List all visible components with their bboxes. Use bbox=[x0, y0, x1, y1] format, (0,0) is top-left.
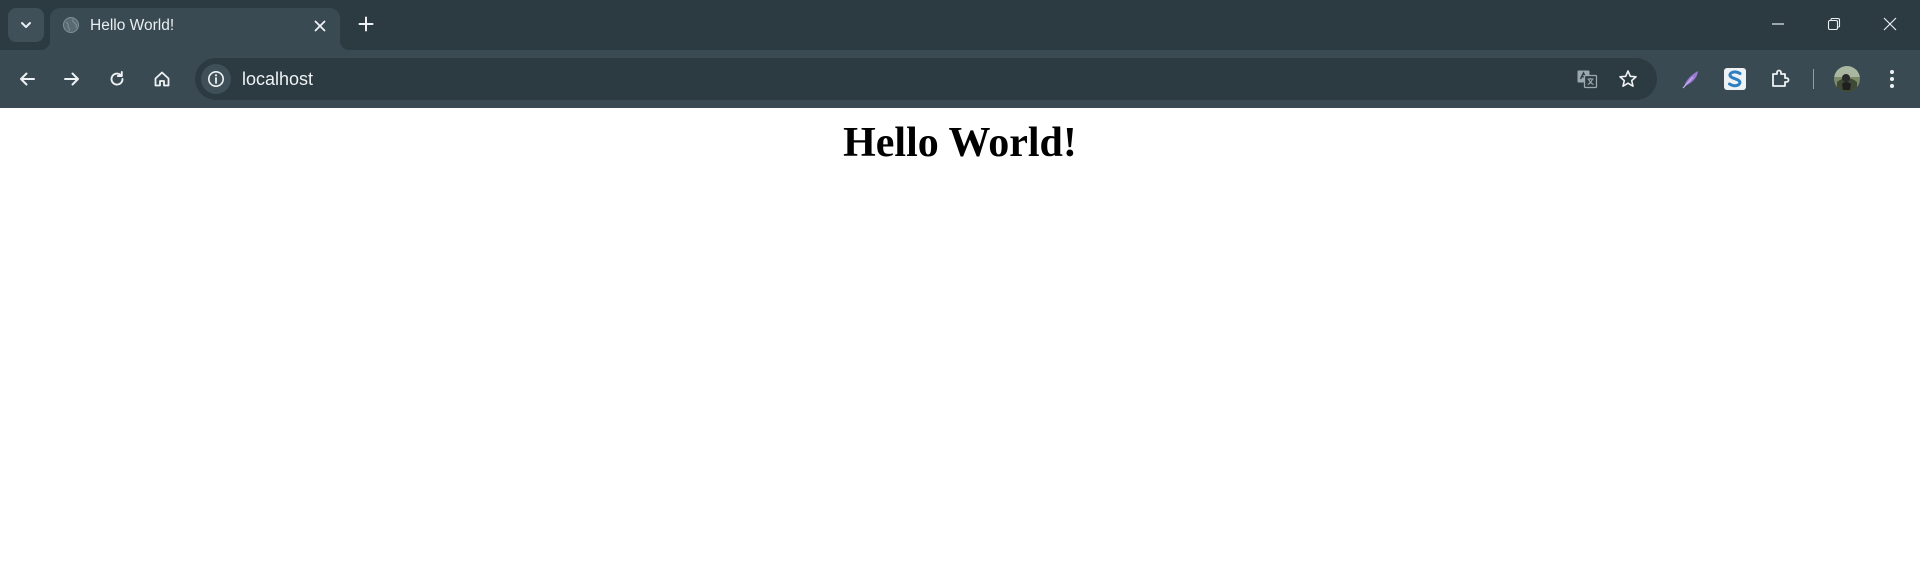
close-icon bbox=[1883, 17, 1897, 31]
tab-strip: Hello World! bbox=[0, 0, 1920, 50]
tab-close-button[interactable] bbox=[308, 14, 332, 38]
extension-s-button[interactable] bbox=[1716, 60, 1754, 98]
restore-button[interactable] bbox=[1806, 0, 1862, 48]
page-content: Hello World! bbox=[0, 108, 1920, 578]
toolbar: localhost bbox=[0, 50, 1920, 108]
arrow-right-icon bbox=[64, 72, 79, 86]
extensions-button[interactable] bbox=[1761, 60, 1799, 98]
star-icon bbox=[1619, 70, 1637, 87]
close-icon bbox=[314, 20, 326, 32]
avatar bbox=[1834, 66, 1860, 92]
feather-icon bbox=[1682, 71, 1698, 89]
close-window-button[interactable] bbox=[1862, 0, 1918, 48]
s-logo-icon bbox=[1724, 68, 1746, 90]
chevron-down-icon bbox=[21, 22, 31, 28]
minimize-button[interactable] bbox=[1750, 0, 1806, 48]
info-icon bbox=[208, 71, 224, 87]
extension-feather-button[interactable] bbox=[1672, 60, 1710, 98]
arrow-left-icon bbox=[20, 72, 35, 86]
menu-button[interactable] bbox=[1873, 60, 1911, 98]
tab-title: Hello World! bbox=[90, 17, 175, 34]
back-button[interactable] bbox=[9, 61, 45, 97]
site-info-button[interactable] bbox=[201, 64, 231, 94]
tab-search-button[interactable] bbox=[8, 8, 44, 42]
reload-icon bbox=[110, 71, 124, 86]
tab-active[interactable]: Hello World! bbox=[40, 8, 350, 50]
toolbar-divider bbox=[1813, 69, 1814, 89]
more-vertical-icon bbox=[1890, 70, 1894, 88]
forward-button[interactable] bbox=[54, 61, 90, 97]
plus-icon bbox=[358, 16, 374, 32]
translate-icon bbox=[1577, 70, 1598, 89]
globe-icon bbox=[63, 17, 79, 33]
puzzle-icon bbox=[1772, 69, 1790, 87]
home-icon bbox=[154, 71, 170, 87]
translate-button[interactable] bbox=[1574, 66, 1600, 92]
bookmark-button[interactable] bbox=[1615, 66, 1641, 92]
address-bar[interactable]: localhost bbox=[195, 58, 1657, 100]
url-text[interactable]: localhost bbox=[242, 69, 313, 90]
minimize-icon bbox=[1772, 23, 1784, 25]
restore-icon bbox=[1827, 17, 1841, 31]
home-button[interactable] bbox=[144, 61, 180, 97]
new-tab-button[interactable] bbox=[352, 9, 380, 39]
page-heading: Hello World! bbox=[843, 120, 1077, 166]
reload-button[interactable] bbox=[99, 61, 135, 97]
